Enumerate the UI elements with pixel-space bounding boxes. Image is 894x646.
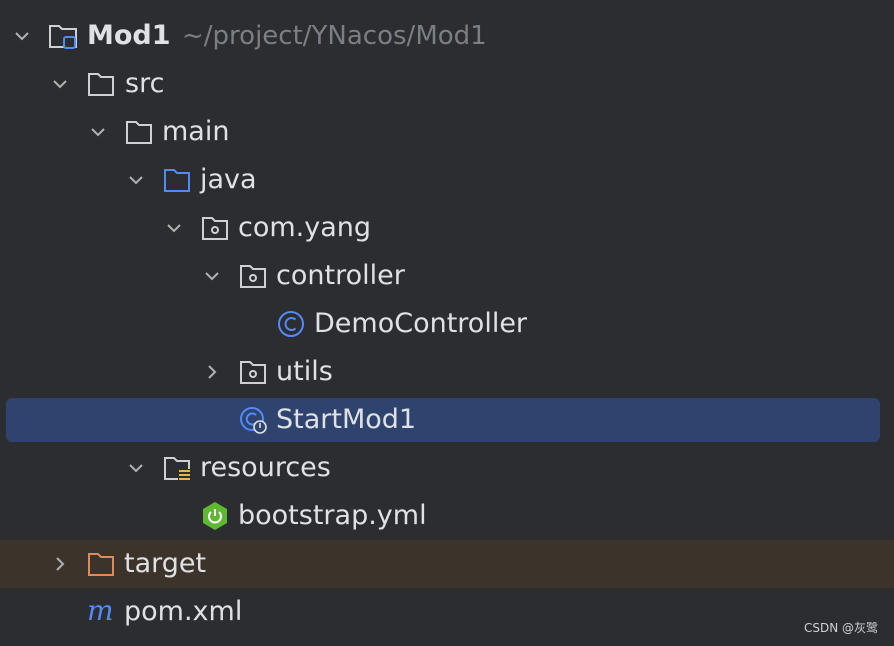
resources-root-folder-icon [164,457,190,481]
selection-highlight [6,398,880,442]
chevron-down-icon[interactable] [202,266,222,286]
tree-label-pom: pom.xml [124,596,243,627]
tree-row-startmod1[interactable]: StartMod1 [0,396,894,444]
maven-icon: m [87,598,114,626]
spring-boot-class-icon [240,407,267,434]
folder-icon [126,121,152,144]
class-icon [278,311,304,337]
tree-label-com-yang: com.yang [238,212,372,243]
folder-icon [88,73,114,96]
tree-label-democontroller: DemoController [314,308,528,339]
tree-row-democontroller[interactable]: DemoController [0,300,894,348]
tree-row-mod1[interactable]: Mod1 ~/project/YNacos/Mod1 [0,12,894,60]
chevron-down-icon[interactable] [126,170,146,190]
chevron-right-icon[interactable] [50,554,70,574]
chevron-right-icon[interactable] [202,362,222,382]
excluded-folder-icon [88,553,114,576]
spring-config-icon [203,502,227,530]
chevron-down-icon[interactable] [88,122,108,142]
tree-label-mod1: Mod1 [87,20,171,51]
source-root-folder-icon [164,169,190,192]
module-path: ~/project/YNacos/Mod1 [182,21,487,51]
chevron-down-icon[interactable] [164,218,184,238]
tree-label-src: src [125,68,165,99]
chevron-down-icon[interactable] [50,74,70,94]
svg-text:m: m [87,598,114,626]
tree-row-resources[interactable]: resources [0,444,894,492]
package-icon [240,265,266,288]
chevron-down-icon[interactable] [126,458,146,478]
tree-label-controller: controller [276,260,405,291]
tree-row-pom[interactable]: m pom.xml [0,588,894,636]
tree-row-controller[interactable]: controller [0,252,894,300]
tree-row-utils[interactable]: utils [0,348,894,396]
tree-label-bootstrap: bootstrap.yml [238,500,427,531]
watermark: CSDN @灰鹭 [803,621,878,635]
tree-label-java: java [200,164,257,195]
package-icon [202,217,228,240]
tree-label-target: target [124,548,207,579]
tree-label-utils: utils [276,356,333,387]
project-tree[interactable]: Mod1 ~/project/YNacos/Mod1 src main java [0,0,894,646]
tree-row-target[interactable]: target [0,540,894,588]
tree-row-bootstrap[interactable]: bootstrap.yml [0,492,894,540]
tree-row-main[interactable]: main [0,108,894,156]
tree-label-startmod1: StartMod1 [276,404,417,435]
tree-row-java[interactable]: java [0,156,894,204]
tree-row-src[interactable]: src [0,60,894,108]
package-icon [240,361,266,384]
chevron-down-icon[interactable] [12,26,32,46]
tree-row-com-yang[interactable]: com.yang [0,204,894,252]
tree-label-main: main [162,116,230,147]
module-folder-icon [49,25,77,49]
tree-label-resources: resources [200,452,331,483]
